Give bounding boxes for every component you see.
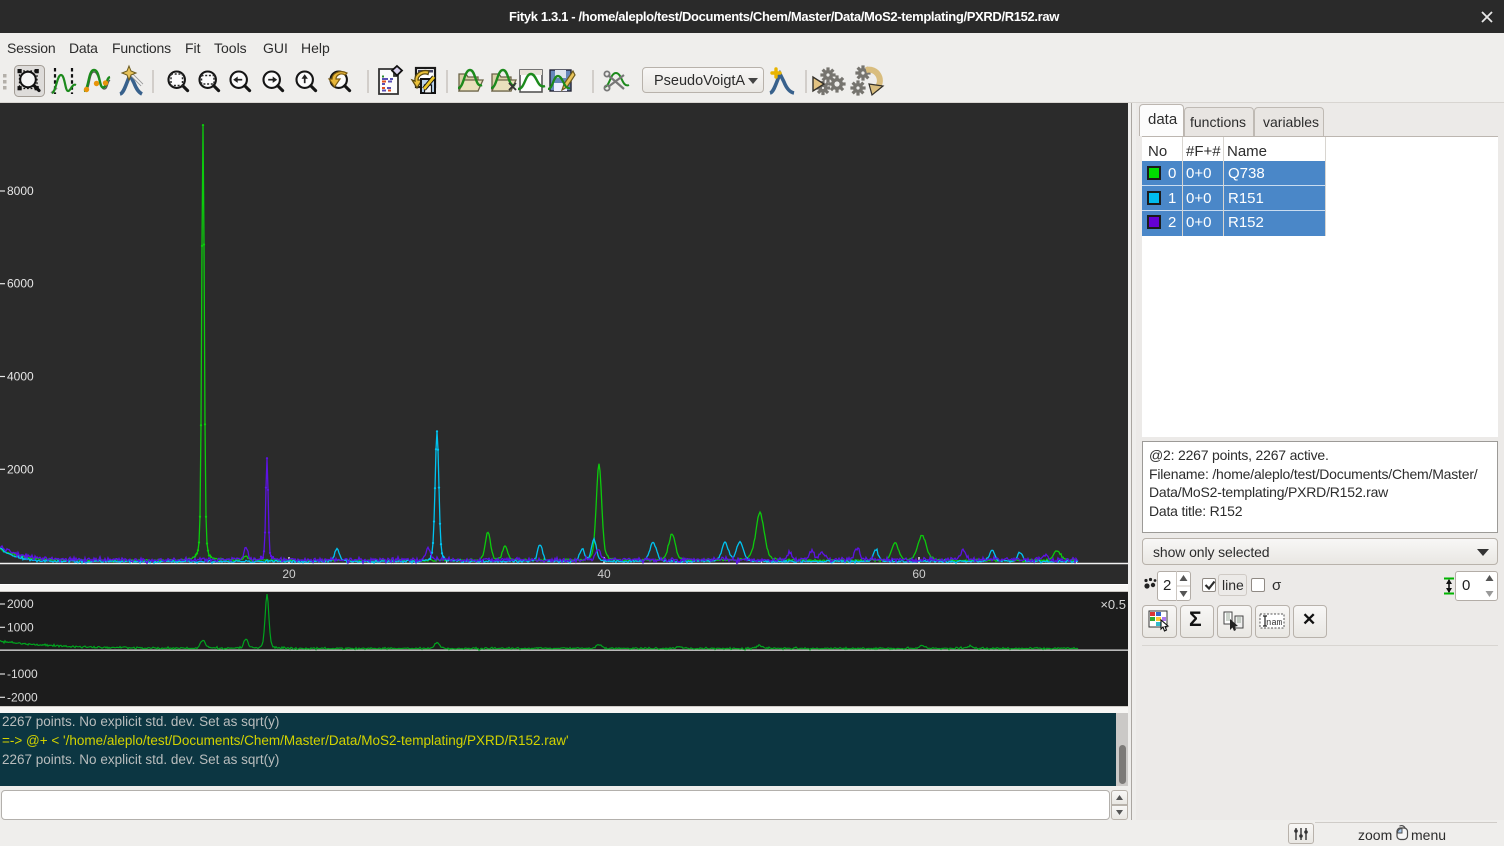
- svg-text:1000: 1000: [7, 620, 34, 634]
- svg-text:2000: 2000: [7, 597, 34, 611]
- svg-text:×0.5: ×0.5: [1100, 597, 1126, 612]
- svg-text:6000: 6000: [7, 277, 34, 291]
- svg-text:2000: 2000: [7, 462, 34, 476]
- svg-text:60: 60: [912, 567, 926, 581]
- svg-text:-1000: -1000: [7, 667, 38, 681]
- svg-text:nam: nam: [1266, 618, 1282, 628]
- svg-text:40: 40: [597, 567, 611, 581]
- svg-text:-2000: -2000: [7, 690, 38, 704]
- svg-text:20: 20: [282, 567, 296, 581]
- svg-text:4000: 4000: [7, 370, 34, 384]
- svg-text:8000: 8000: [7, 184, 34, 198]
